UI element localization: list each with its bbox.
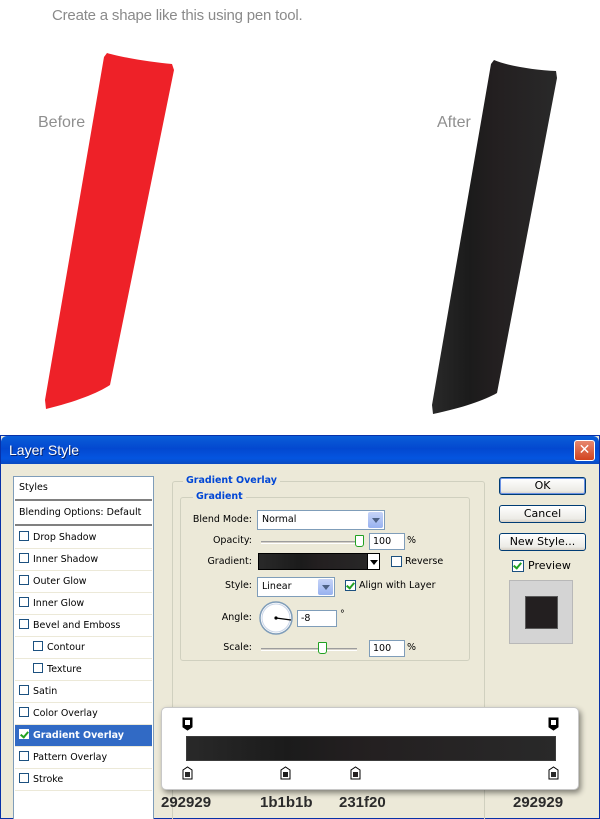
stop-hex-1: 292929	[161, 794, 212, 811]
preview-label: Preview	[528, 559, 571, 572]
effect-label: Contour	[47, 642, 85, 653]
scale-label: Scale:	[223, 642, 252, 653]
stop-hex-4: 292929	[513, 794, 564, 811]
effect-label: Bevel and Emboss	[33, 620, 121, 631]
reverse-checkbox[interactable]	[391, 556, 402, 567]
effect-label: Outer Glow	[33, 576, 87, 587]
angle-dial[interactable]	[258, 600, 294, 636]
effect-label: Gradient Overlay	[33, 730, 124, 741]
new-style-button[interactable]: New Style...	[499, 533, 586, 551]
effect-stroke[interactable]: Stroke	[15, 769, 152, 791]
gradient-overlay-title: Gradient Overlay	[183, 475, 280, 486]
reverse-label: Reverse	[405, 556, 444, 567]
color-stop-3[interactable]	[350, 766, 361, 780]
effect-label: Drop Shadow	[33, 532, 97, 543]
opacity-label: Opacity:	[212, 535, 252, 546]
gradient-label: Gradient:	[207, 556, 252, 567]
effect-checkbox[interactable]	[19, 707, 29, 717]
effect-inner-shadow[interactable]: Inner Shadow	[15, 549, 152, 571]
opacity-slider-thumb[interactable]	[355, 535, 364, 547]
effect-checkbox[interactable]	[19, 685, 29, 695]
blending-options[interactable]: Blending Options: Default	[15, 502, 152, 526]
effect-inner-glow[interactable]: Inner Glow	[15, 593, 152, 615]
styles-list: Styles Blending Options: Default Drop Sh…	[13, 476, 154, 819]
color-stop-1[interactable]	[182, 766, 193, 780]
effect-outer-glow[interactable]: Outer Glow	[15, 571, 152, 593]
effect-label: Stroke	[33, 774, 64, 785]
opacity-slider[interactable]	[261, 541, 363, 544]
dialog-title: Layer Style	[9, 442, 80, 458]
chevron-down-icon[interactable]	[367, 553, 380, 570]
effect-checkbox[interactable]	[19, 729, 29, 739]
cancel-button[interactable]: Cancel	[499, 505, 586, 523]
opacity-input[interactable]: 100	[369, 533, 405, 550]
preview-square	[526, 597, 557, 628]
after-black-shape	[432, 60, 557, 414]
effect-drop-shadow[interactable]: Drop Shadow	[15, 527, 152, 549]
effect-label: Satin	[33, 686, 58, 697]
scale-input[interactable]: 100	[369, 640, 405, 657]
blend-mode-value: Normal	[262, 514, 297, 525]
effect-checkbox[interactable]	[19, 773, 29, 783]
effect-checkbox[interactable]	[19, 531, 29, 541]
styles-header[interactable]: Styles	[15, 477, 152, 501]
effect-texture[interactable]: Texture	[15, 659, 152, 681]
scale-percent: %	[407, 642, 417, 653]
effect-checkbox[interactable]	[19, 597, 29, 607]
chevron-down-icon	[368, 512, 383, 528]
effect-checkbox[interactable]	[19, 553, 29, 563]
blend-mode-select[interactable]: Normal	[257, 510, 385, 530]
effect-label: Inner Shadow	[33, 554, 99, 565]
chevron-down-icon	[318, 579, 333, 595]
preview-thumbnail	[509, 580, 573, 644]
shape-illustrations	[45, 53, 557, 414]
opacity-stop-left[interactable]	[182, 717, 193, 731]
angle-degree: °	[340, 609, 345, 620]
align-with-layer-checkbox[interactable]	[345, 580, 356, 591]
opacity-stop-right[interactable]	[548, 717, 559, 731]
align-with-layer-label: Align with Layer	[359, 580, 436, 591]
style-select[interactable]: Linear	[257, 577, 335, 597]
gradient-editor	[161, 707, 579, 790]
style-label: Style:	[224, 580, 252, 591]
effect-gradient-overlay[interactable]: Gradient Overlay	[15, 725, 152, 747]
scale-slider[interactable]	[261, 648, 357, 651]
effect-color-overlay[interactable]: Color Overlay	[15, 703, 152, 725]
effect-contour[interactable]: Contour	[15, 637, 152, 659]
style-value: Linear	[262, 581, 292, 592]
gradient-picker[interactable]	[258, 553, 380, 570]
effect-label: Inner Glow	[33, 598, 85, 609]
color-stop-2[interactable]	[280, 766, 291, 780]
stop-hex-3: 231f20	[339, 794, 386, 811]
close-icon[interactable]: ✕	[574, 440, 595, 461]
preview-checkbox[interactable]	[512, 560, 524, 572]
effect-checkbox[interactable]	[19, 751, 29, 761]
before-red-shape	[45, 53, 174, 409]
effect-checkbox[interactable]	[19, 619, 29, 629]
color-stop-4[interactable]	[548, 766, 559, 780]
effect-bevel-and-emboss[interactable]: Bevel and Emboss	[15, 615, 152, 637]
effect-checkbox[interactable]	[33, 663, 43, 673]
effect-pattern-overlay[interactable]: Pattern Overlay	[15, 747, 152, 769]
effect-satin[interactable]: Satin	[15, 681, 152, 703]
dialog-titlebar[interactable]: Layer Style ✕	[1, 436, 599, 464]
effect-checkbox[interactable]	[19, 575, 29, 585]
gradient-bar[interactable]	[186, 736, 556, 761]
blend-mode-label: Blend Mode:	[192, 514, 252, 525]
effect-label: Color Overlay	[33, 708, 98, 719]
gradient-group-title: Gradient	[193, 491, 246, 502]
stop-hex-2: 1b1b1b	[260, 794, 313, 811]
effect-checkbox[interactable]	[33, 641, 43, 651]
opacity-percent: %	[407, 535, 417, 546]
scale-slider-thumb[interactable]	[318, 642, 327, 654]
effect-label: Pattern Overlay	[33, 752, 108, 763]
ok-button[interactable]: OK	[499, 477, 586, 495]
angle-input[interactable]: -8	[297, 610, 337, 627]
effect-label: Texture	[47, 664, 82, 675]
angle-label: Angle:	[221, 612, 252, 623]
